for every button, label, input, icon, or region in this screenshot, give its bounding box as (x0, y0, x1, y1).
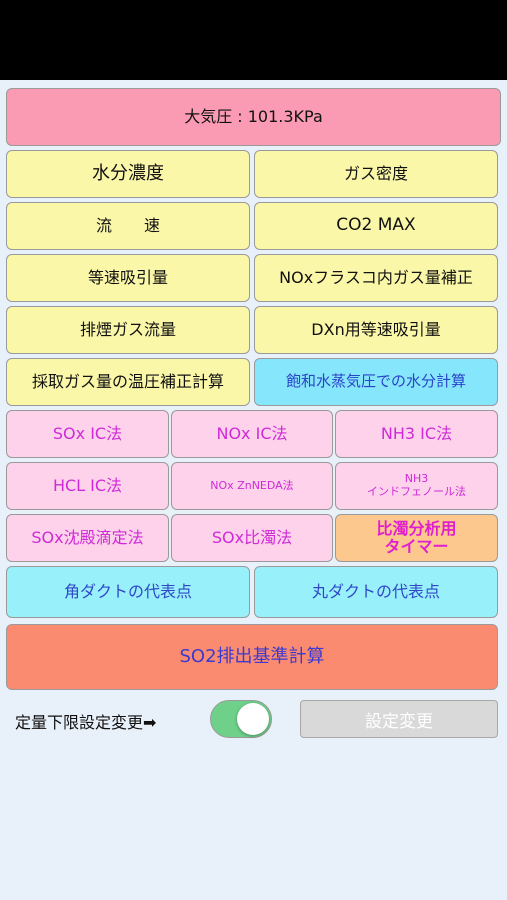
exhaust-gas-flow-button[interactable]: 排煙ガス流量 (6, 306, 250, 354)
hcl-ic-button[interactable]: HCL IC法 (6, 462, 169, 510)
sox-precipitation-titration-button[interactable]: SOx沈殿滴定法 (6, 514, 169, 562)
dxn-isokinetic-button[interactable]: DXn用等速吸引量 (254, 306, 498, 354)
lower-limit-toggle[interactable] (210, 700, 272, 738)
moisture-button[interactable]: 水分濃度 (6, 150, 250, 198)
co2-max-button[interactable]: CO2 MAX (254, 202, 498, 250)
atmospheric-pressure-button[interactable]: 大気圧 : 101.3KPa (6, 88, 501, 146)
nox-ic-button[interactable]: NOx IC法 (171, 410, 333, 458)
round-duct-points-button[interactable]: 丸ダクトの代表点 (254, 566, 498, 618)
nh3-ic-button[interactable]: NH3 IC法 (335, 410, 498, 458)
temp-pressure-correction-button[interactable]: 採取ガス量の温圧補正計算 (6, 358, 250, 406)
saturated-vapor-moisture-button[interactable]: 飽和水蒸気圧での水分計算 (254, 358, 498, 406)
gas-density-button[interactable]: ガス密度 (254, 150, 498, 198)
sox-ic-button[interactable]: SOx IC法 (6, 410, 169, 458)
square-duct-points-button[interactable]: 角ダクトの代表点 (6, 566, 250, 618)
toggle-knob (237, 703, 269, 735)
sox-turbidimetric-button[interactable]: SOx比濁法 (171, 514, 333, 562)
nox-flask-correction-button[interactable]: NOxフラスコ内ガス量補正 (254, 254, 498, 302)
lower-limit-label: 定量下限設定変更➡ (15, 713, 157, 732)
isokinetic-suction-button[interactable]: 等速吸引量 (6, 254, 250, 302)
so2-emission-standard-button[interactable]: SO2排出基準計算 (6, 624, 498, 690)
nox-znneda-button[interactable]: NOx ZnNEDA法 (171, 462, 333, 510)
nh3-indophenol-button[interactable]: NH3 インドフェノール法 (335, 462, 498, 510)
settings-change-button[interactable]: 設定変更 (300, 700, 498, 738)
flow-speed-button[interactable]: 流 速 (6, 202, 250, 250)
turbidimetric-timer-button[interactable]: 比濁分析用 タイマー (335, 514, 498, 562)
